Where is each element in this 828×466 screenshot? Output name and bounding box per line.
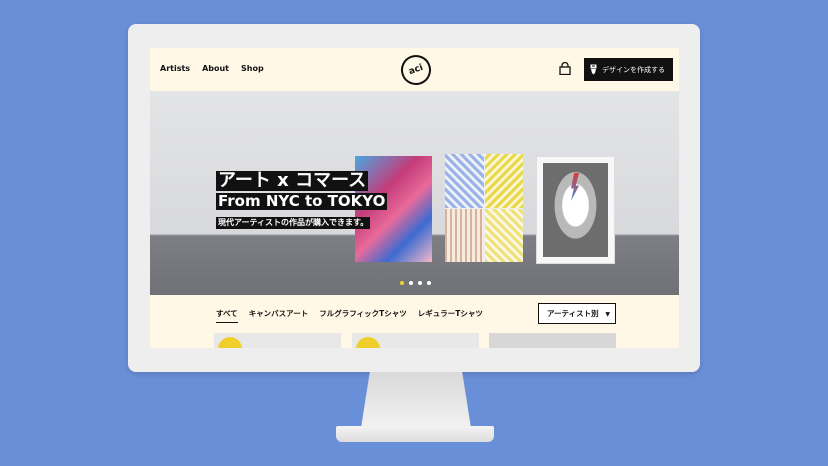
carousel-dot-3[interactable] (418, 281, 422, 285)
site-logo[interactable]: aci (396, 50, 436, 90)
create-design-button[interactable]: デザインを作成する (584, 58, 673, 81)
hero-headline: アート x コマース (216, 170, 369, 191)
hero-description: 現代アーティストの作品が購入できます。 (216, 217, 371, 229)
website-screen: Artists About Shop aci デザインを作成する アート x コ… (150, 48, 679, 348)
product-card[interactable] (214, 333, 341, 348)
hero-carousel[interactable]: アート x コマース From NYC to TOKYO 現代アーティストの作品… (150, 91, 679, 295)
hero-copy: アート x コマース From NYC to TOKYO 現代アーティストの作品… (216, 170, 388, 229)
artist-filter-select[interactable]: アーティスト別 ▼ (538, 303, 616, 324)
product-badge (356, 337, 380, 348)
logo-text: aci (407, 62, 425, 78)
artist-filter-value: アーティスト別 (547, 309, 599, 318)
tab-canvas-art[interactable]: キャンバスアート (249, 308, 309, 323)
artwork-portrait-poster (536, 156, 615, 264)
product-card[interactable] (352, 333, 479, 348)
main-nav: Artists About Shop (160, 64, 264, 73)
chevron-down-icon: ▼ (605, 311, 610, 318)
monitor-stand-foot (336, 426, 494, 442)
tab-regular-tshirt[interactable]: レギュラーTシャツ (418, 308, 483, 323)
carousel-dot-1[interactable] (400, 281, 404, 285)
category-tabs: すべて キャンバスアート フルグラフィックTシャツ レギュラーTシャツ (216, 308, 483, 323)
create-design-label: デザインを作成する (602, 65, 665, 74)
carousel-dots (400, 281, 431, 285)
monitor-stand-neck (361, 372, 471, 428)
nav-about[interactable]: About (202, 64, 229, 73)
artwork-pattern-poster (445, 154, 523, 262)
pen-icon (590, 64, 597, 75)
tab-full-graphic-tshirt[interactable]: フルグラフィックTシャツ (319, 308, 406, 323)
nav-shop[interactable]: Shop (241, 64, 264, 73)
product-badge (218, 337, 242, 348)
tab-all[interactable]: すべて (216, 308, 238, 323)
carousel-dot-4[interactable] (427, 281, 431, 285)
nav-artists[interactable]: Artists (160, 64, 190, 73)
product-card[interactable] (489, 333, 616, 348)
carousel-dot-2[interactable] (409, 281, 413, 285)
hero-subheadline: From NYC to TOKYO (216, 192, 388, 210)
cart-icon[interactable] (559, 62, 571, 75)
